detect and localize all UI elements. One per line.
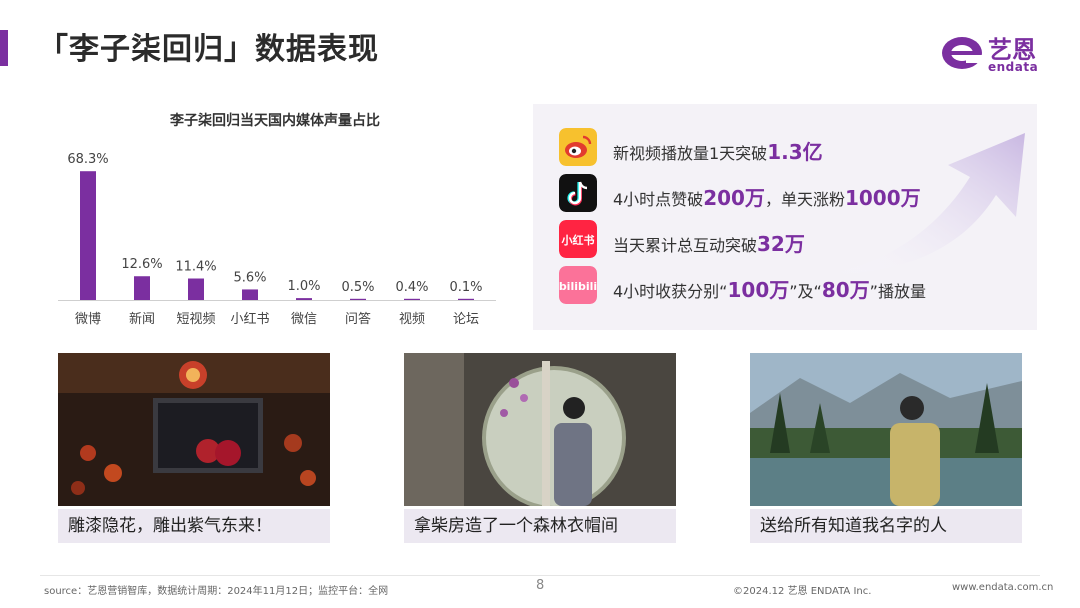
stat-text-3: 4小时收获分别“100万”及“80万”播放量: [613, 274, 926, 303]
data-label-7: 0.1%: [449, 280, 482, 295]
stat-post: ”播放量: [869, 282, 926, 301]
category-label-2: 短视频: [176, 312, 215, 327]
data-label-4: 1.0%: [287, 279, 320, 294]
stat-mid: ”及“: [789, 282, 822, 301]
footer-url[interactable]: www.endata.com.cn: [952, 582, 1053, 593]
page-number: 8: [536, 578, 545, 593]
bar-7: [458, 298, 474, 300]
chart-svg: 68.3% 微博 12.6% 新闻 11.4% 短视频 5.6% 小红书 1.0% 微信 0.5% 问…: [58, 152, 496, 327]
data-label-3: 5.6%: [233, 270, 266, 285]
stat-text-0: 新视频播放量1天突破1.3亿: [613, 136, 823, 165]
category-label-5: 问答: [345, 311, 371, 327]
category-label-6: 视频: [399, 312, 425, 327]
media-share-chart: 李子柒回归当天国内媒体声量占比 68.3% 微博 12.6% 新闻 11.4% 短视频 5.…: [40, 100, 510, 340]
category-label-3: 小红书: [230, 311, 269, 327]
logo-sub: endata: [988, 60, 1039, 74]
bar-5: [350, 298, 366, 300]
bar-4: [296, 298, 312, 300]
stat-pre: 当天累计总互动突破: [613, 236, 758, 255]
stat-pre: 4小时收获分别“: [613, 282, 728, 301]
video-caption-2: 拿柴房造了一个森林衣帽间: [404, 509, 676, 543]
data-label-1: 12.6%: [121, 257, 162, 272]
bar-0: [80, 171, 96, 300]
stat-hl1: 200万: [703, 186, 765, 210]
stat-hl2: 80万: [821, 278, 870, 302]
stat-mid: ，单天涨粉: [764, 190, 845, 209]
endata-logo: 艺恩 endata: [940, 30, 1050, 78]
footer-copyright: ©2024.12 艺恩 ENDATA Inc.: [733, 586, 872, 597]
bar-3: [242, 289, 258, 300]
stat-hl1: 1.3亿: [767, 140, 823, 164]
category-label-7: 论坛: [453, 312, 479, 327]
svg-text:bilibili: bilibili: [559, 280, 597, 293]
footer-divider: [40, 575, 1040, 576]
stat-hl2: 1000万: [844, 186, 921, 210]
stat-hl1: 32万: [757, 232, 805, 256]
category-label-0: 微博: [75, 312, 101, 327]
category-label-1: 新闻: [129, 311, 155, 327]
stat-hl1: 100万: [727, 278, 790, 302]
endata-logo-icon: [942, 37, 984, 69]
svg-text:小红书: 小红书: [561, 233, 595, 247]
stat-pre: 4小时点赞破: [613, 190, 704, 209]
footer-source: source：艺恩营销智库，数据统计周期：2024年11月12日；监控平台：全网: [44, 586, 389, 597]
stat-text-1: 4小时点赞破200万，单天涨粉1000万: [613, 182, 921, 211]
video-thumbnail-lacquer[interactable]: [58, 353, 330, 506]
bar-6: [404, 298, 420, 300]
title-accent-bar: [0, 30, 8, 66]
bilibili-icon: bilibili: [559, 266, 597, 304]
douyin-icon: [559, 174, 597, 212]
data-label-5: 0.5%: [341, 280, 374, 295]
data-label-0: 68.3%: [67, 152, 108, 167]
bar-2: [188, 278, 204, 300]
category-label-4: 微信: [291, 312, 317, 327]
stat-pre: 新视频播放量1天突破: [613, 144, 768, 163]
data-label-6: 0.4%: [395, 280, 428, 295]
stat-text-2: 当天累计总互动突破32万: [613, 228, 805, 257]
video-caption-3: 送给所有知道我名字的人: [750, 509, 1022, 543]
video-thumbnail-lake[interactable]: [750, 353, 1022, 506]
bar-1: [134, 276, 150, 300]
video-thumbnail-forest-wardrobe[interactable]: [404, 353, 676, 506]
video-caption-1: 雕漆隐花，雕出紫气东来！: [58, 509, 330, 543]
weibo-icon: [559, 128, 597, 166]
xiaohongshu-icon: 小红书: [559, 220, 597, 258]
data-label-2: 11.4%: [175, 260, 216, 275]
page-title: 「李子柒回归」数据表现: [38, 32, 379, 67]
